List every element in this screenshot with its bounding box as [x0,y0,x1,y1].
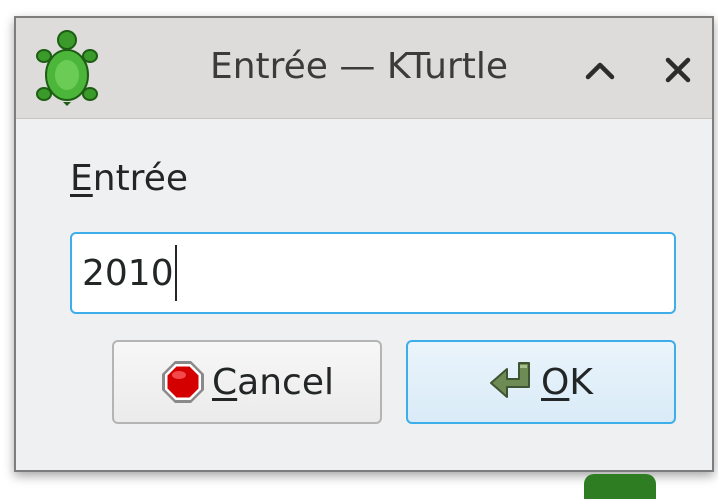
cancel-mnemonic: C [212,361,238,403]
cancel-label-text: ancel [237,361,334,403]
screen: Entrée — KTurtle Entrée 2010 Cancel OK [0,0,718,499]
ok-mnemonic: O [541,361,570,403]
input-label: Entrée [70,158,188,199]
input-label-text: ntrée [92,158,188,199]
window-title: Entrée — KTurtle [209,46,509,87]
input-label-mnemonic: E [70,158,93,199]
close-icon[interactable] [656,48,700,92]
ok-button[interactable]: OK [406,340,676,424]
text-caret [174,245,177,301]
cancel-button-label: Cancel [212,362,334,403]
entry-input[interactable]: 2010 [70,232,676,314]
entry-input-value: 2010 [82,252,174,294]
stop-sign-icon [160,359,206,405]
ok-button-label: OK [541,362,593,403]
background-turtle-fragment [584,474,656,499]
enter-arrow-icon [489,359,535,405]
ok-label-text: K [569,361,593,403]
cancel-button[interactable]: Cancel [112,340,382,424]
input-dialog: Entrée — KTurtle Entrée 2010 Cancel OK [14,16,714,472]
title-bar[interactable]: Entrée — KTurtle [16,18,712,119]
chevron-up-icon[interactable] [578,48,622,92]
